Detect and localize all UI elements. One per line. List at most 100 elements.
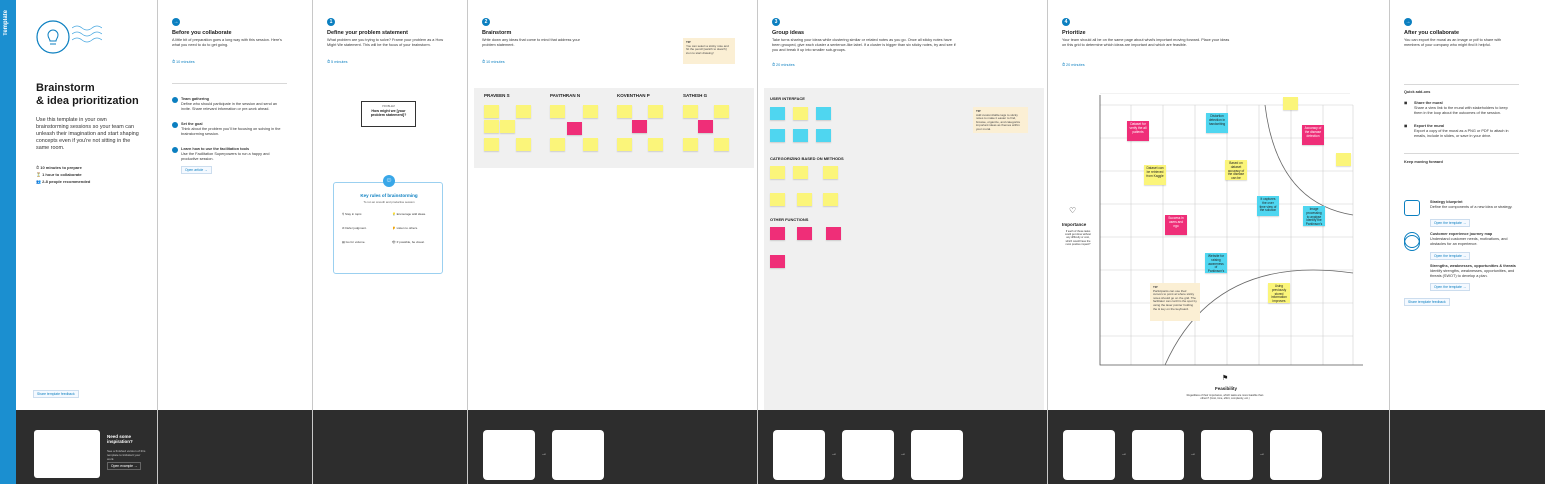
step-goal: Set the goal Think about the problem you'… — [181, 122, 281, 136]
step3-time: ⏱ 20 minutes — [772, 63, 795, 67]
prioritize-thumbnail — [1063, 430, 1115, 480]
sticky-note[interactable] — [714, 105, 729, 118]
sticky-note[interactable]: Using previously stored information impr… — [1268, 283, 1290, 303]
sticky-note[interactable] — [826, 227, 841, 240]
step2-title: Brainstorm — [482, 30, 512, 36]
sticky-note[interactable] — [816, 107, 831, 120]
after-description: You can export the mural as an image or … — [1404, 38, 1502, 47]
sticky-note[interactable] — [770, 193, 785, 206]
sticky-note[interactable]: Accuracy of the disease detection — [1302, 125, 1324, 145]
sticky-note[interactable] — [1283, 97, 1298, 110]
before-title: Before you collaborate — [172, 30, 232, 36]
open-template-button[interactable]: Open the template → — [1430, 283, 1471, 291]
step-team: Team gathering Define who should particip… — [181, 97, 278, 111]
prep-time: ⏱ 10 minutes to prepare — [36, 165, 82, 170]
step-marker-icon — [172, 97, 178, 103]
open-example-button[interactable]: Open example → — [107, 462, 142, 470]
sticky-note[interactable] — [793, 166, 808, 179]
blueprint-icon — [1404, 200, 1420, 216]
people-count: 👥 2-8 people recommended — [36, 179, 91, 184]
sticky-note[interactable] — [516, 105, 531, 118]
sticky-note[interactable] — [500, 120, 515, 133]
sticky-note[interactable] — [583, 138, 598, 151]
sticky-note[interactable] — [484, 120, 499, 133]
sticky-note[interactable] — [550, 105, 565, 118]
sticky-note[interactable] — [550, 138, 565, 151]
group-label: OTHER FUNCTIONS — [770, 217, 809, 222]
after-title: After you collaborate — [1404, 30, 1460, 36]
swot-item: Strengths, weaknesses, opportunities & t… — [1430, 264, 1516, 278]
sticky-note[interactable] — [770, 227, 785, 240]
sticky-note[interactable] — [770, 107, 785, 120]
sticky-note[interactable]: Dataset for verify the all patients — [1127, 121, 1149, 141]
share-icon: ◼ — [1404, 101, 1408, 105]
step3-description: Take turns sharing your ideas while clus… — [772, 38, 956, 52]
whiteboard-canvas[interactable]: { "sidebar_tag":"Template", "intro":{"ti… — [0, 0, 1545, 484]
share-feedback-button[interactable]: Share template feedback — [1404, 298, 1450, 306]
step1-description: What problem are you trying to solve? Fr… — [327, 38, 444, 47]
sticky-note[interactable] — [793, 107, 808, 120]
brainstorm-thumbnail — [483, 430, 535, 480]
sticky-note[interactable] — [770, 129, 785, 142]
sticky-note[interactable] — [823, 193, 838, 206]
step4-title: Prioritize — [1062, 30, 1086, 36]
sticky-note[interactable] — [648, 138, 663, 151]
heart-icon: ♡ — [1069, 206, 1077, 215]
sticky-note[interactable] — [770, 166, 785, 179]
sticky-note[interactable] — [516, 138, 531, 151]
sticky-note[interactable] — [617, 138, 632, 151]
step-number: 3 — [772, 18, 780, 26]
tip-card: TIP Participants can use their cursors to… — [1150, 283, 1200, 321]
x-axis-label: Feasibility — [1215, 386, 1238, 391]
sticky-note[interactable]: Image processing to analyse identify the… — [1303, 206, 1325, 226]
sticky-note[interactable] — [797, 227, 812, 240]
share-feedback-button[interactable]: Share template feedback — [33, 390, 79, 398]
sticky-note[interactable] — [484, 105, 499, 118]
arrow-icon: → — [1404, 18, 1412, 26]
column-divider — [467, 0, 468, 484]
step2-time: ⏱ 10 minutes — [482, 60, 505, 64]
open-template-button[interactable]: Open the template → — [1430, 219, 1471, 227]
share-mural-item[interactable]: Share the mural Share a view link to the … — [1414, 101, 1514, 116]
column-divider — [1047, 0, 1048, 484]
sticky-note[interactable] — [793, 129, 808, 142]
sticky-note[interactable] — [770, 255, 785, 268]
step1-time: ⏱ 5 minutes — [327, 60, 348, 64]
prioritize-thumbnail — [1132, 430, 1184, 480]
prioritize-thumbnail — [1201, 430, 1253, 480]
sticky-note[interactable] — [617, 105, 632, 118]
sticky-note[interactable] — [823, 166, 838, 179]
problem-card[interactable]: PROBLEM How might we [your problem state… — [361, 101, 416, 127]
sticky-note[interactable]: Website for raising awareness of Parkins… — [1205, 253, 1227, 273]
arrow-icon: → — [172, 18, 180, 26]
open-template-button[interactable]: Open the template → — [1430, 252, 1471, 260]
sticky-note[interactable] — [683, 138, 698, 151]
page-title: Brainstorm — [36, 82, 95, 94]
sticky-note[interactable] — [816, 129, 831, 142]
export-icon: ◼ — [1404, 124, 1408, 128]
sticky-note[interactable]: Success in users and ngo — [1165, 215, 1187, 235]
sticky-note[interactable] — [648, 105, 663, 118]
open-article-button[interactable]: Open article → — [181, 166, 212, 174]
sticky-note[interactable] — [1336, 153, 1351, 166]
sticky-note[interactable] — [567, 122, 582, 135]
sticky-note[interactable] — [698, 120, 713, 133]
rules-card: ☺ Key rules of brainstorming To run an s… — [333, 175, 443, 274]
participant-name: PAVITHRAN N — [550, 93, 581, 98]
sticky-note[interactable] — [632, 120, 647, 133]
participant-name: PRAVEEN S — [484, 93, 510, 98]
sticky-note[interactable] — [714, 138, 729, 151]
example-thumbnail[interactable] — [34, 430, 100, 478]
sticky-note[interactable] — [797, 193, 812, 206]
before-time: ⏱ 10 minutes — [172, 60, 195, 64]
sticky-note[interactable]: Distortion detection in handwriting — [1206, 113, 1228, 133]
sticky-note[interactable]: Based on dataset accuracy of the disease… — [1225, 160, 1247, 180]
step-number: 4 — [1062, 18, 1070, 26]
sticky-note[interactable]: Dataset can be retrieved from Kaggle — [1144, 165, 1166, 185]
sticky-note[interactable]: It captures the over time view of the so… — [1257, 196, 1279, 216]
sticky-note[interactable] — [583, 105, 598, 118]
sticky-note[interactable] — [683, 105, 698, 118]
participant-name: SATHISH G — [683, 93, 708, 98]
export-mural-item[interactable]: Export the mural Export a copy of the mur… — [1414, 124, 1514, 139]
sticky-note[interactable] — [484, 138, 499, 151]
